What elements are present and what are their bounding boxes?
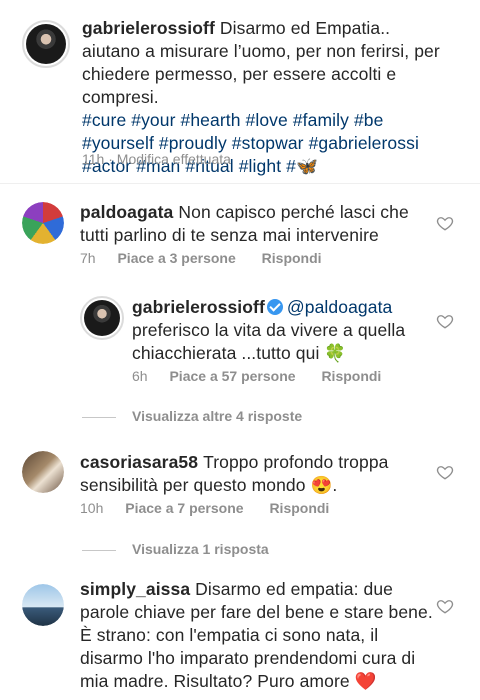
hashtag[interactable]: #your <box>131 110 175 130</box>
hashtag[interactable]: #cure <box>82 110 126 130</box>
comment-avatar[interactable] <box>22 451 64 493</box>
comment-likes[interactable]: Piace a 7 persone <box>125 500 243 516</box>
hashtag[interactable]: #gabrielerossi <box>309 133 419 153</box>
reply-button[interactable]: Rispondi <box>269 500 329 516</box>
reply-button[interactable]: Rispondi <box>262 250 322 266</box>
hashtag[interactable]: #stopwar <box>232 133 304 153</box>
hashtag[interactable]: #🦋 <box>286 156 318 176</box>
comment-text: simply_aissa Disarmo ed empatia: due paro… <box>80 579 433 691</box>
comment-meta: 7h Piace a 3 persone Rispondi <box>80 250 322 266</box>
comment-text: paldoagata Non capisco perché lasci che t… <box>80 202 409 245</box>
mention-link[interactable]: @paldoagata <box>287 297 392 317</box>
caption-meta: 11h · Modifica effettuata <box>82 151 231 167</box>
heart-icon[interactable] <box>436 214 454 232</box>
reply-avatar[interactable] <box>80 296 124 340</box>
hashtag[interactable]: #proudly <box>159 133 227 153</box>
hashtag[interactable]: #yourself <box>82 133 154 153</box>
hashtag[interactable]: #family <box>293 110 349 130</box>
hashtag[interactable]: #hearth <box>181 110 241 130</box>
reply-username[interactable]: gabrielerossioff <box>132 297 265 317</box>
heart-icon[interactable] <box>436 463 454 481</box>
comment-avatar[interactable] <box>22 584 64 626</box>
comment-username[interactable]: simply_aissa <box>80 579 190 599</box>
thread-line <box>82 550 116 551</box>
reply-text: gabrielerossioff @paldoagata preferisco l… <box>132 297 406 363</box>
caption-username[interactable]: gabrielerossioff <box>82 18 215 38</box>
view-replies-link[interactable]: Visualizza altre 4 risposte <box>132 408 302 424</box>
comment-avatar[interactable] <box>22 202 64 244</box>
reply-meta: 6h Piace a 57 persone Rispondi <box>132 368 382 384</box>
hashtag[interactable]: #love <box>246 110 288 130</box>
caption-avatar[interactable] <box>22 20 70 68</box>
reply-likes[interactable]: Piace a 57 persone <box>169 368 295 384</box>
view-replies-link[interactable]: Visualizza 1 risposta <box>132 541 269 557</box>
heart-icon[interactable] <box>436 312 454 330</box>
comment-username[interactable]: paldoagata <box>80 202 173 222</box>
comment-text: casoriasara58 Troppo profondo troppa sens… <box>80 452 389 495</box>
caption-divider <box>0 183 480 184</box>
hashtag[interactable]: #light <box>239 156 281 176</box>
hashtag[interactable]: #be <box>354 110 384 130</box>
comment-meta: 10h Piace a 7 persone Rispondi <box>80 500 330 516</box>
verified-badge-icon <box>266 299 283 315</box>
comment-likes[interactable]: Piace a 3 persone <box>117 250 235 266</box>
comment-username[interactable]: casoriasara58 <box>80 452 198 472</box>
reply-button[interactable]: Rispondi <box>321 368 381 384</box>
heart-icon[interactable] <box>436 597 454 615</box>
thread-line <box>82 417 116 418</box>
caption-time: 11h <box>82 151 105 167</box>
caption-edited: Modifica effettuata <box>116 151 231 167</box>
